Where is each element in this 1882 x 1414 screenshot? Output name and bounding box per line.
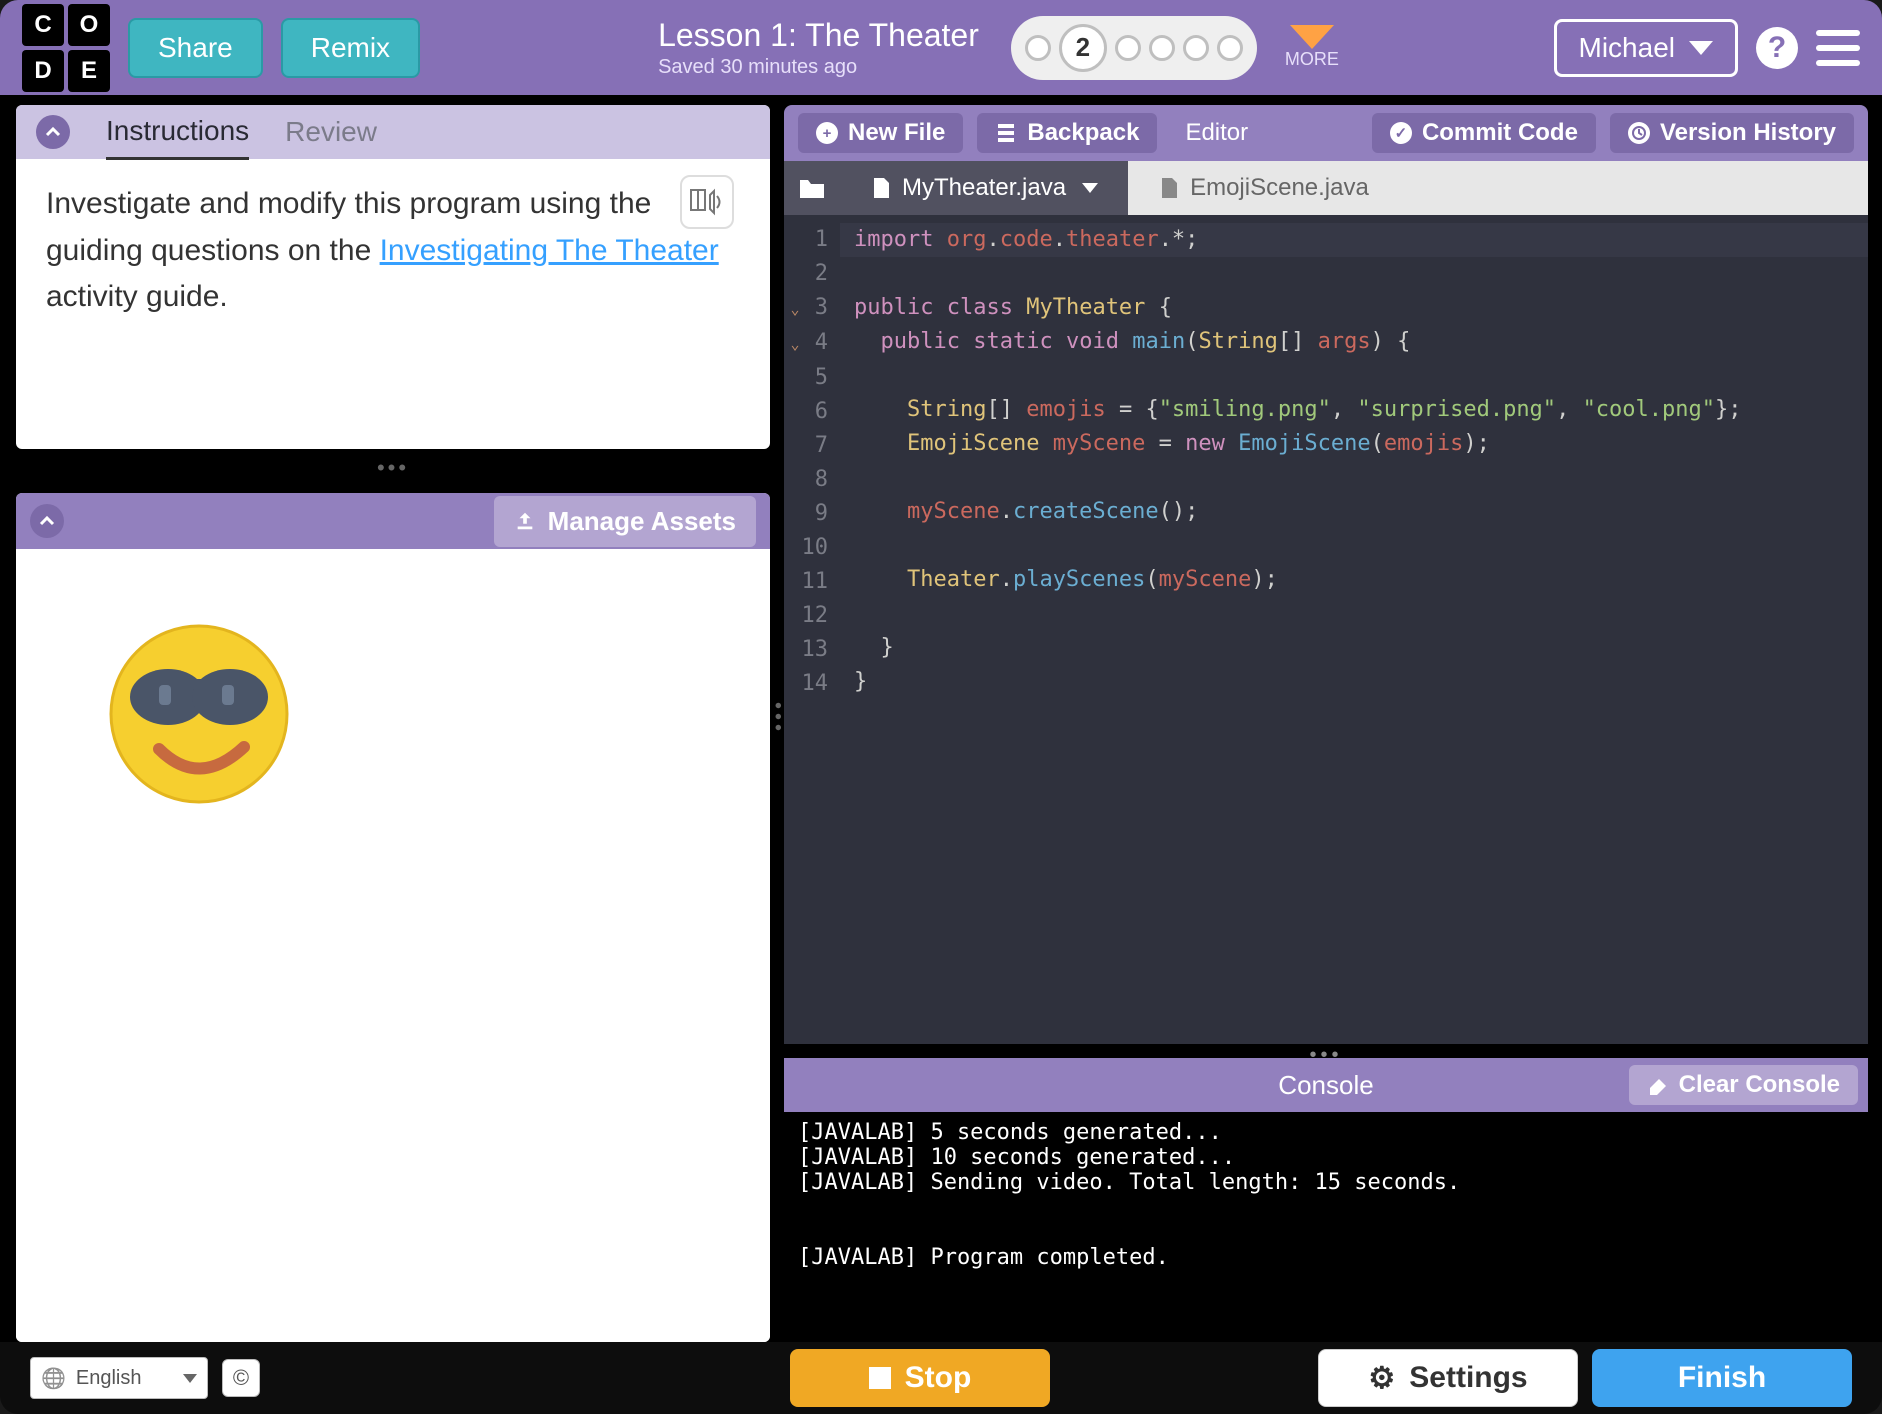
username: Michael [1579,32,1675,64]
settings-label: Settings [1409,1361,1527,1395]
new-file-button[interactable]: + New File [798,113,963,153]
globe-icon [41,1366,66,1391]
logo-cell: D [22,50,64,92]
chevron-down-icon [1689,41,1713,55]
user-menu-button[interactable]: Michael [1554,19,1738,77]
new-file-label: New File [848,119,945,147]
chevron-down-icon [1290,25,1334,49]
theater-stage [16,549,770,1342]
lesson-title-block: Lesson 1: The Theater Saved 30 minutes a… [658,17,979,79]
tab-instructions[interactable]: Instructions [106,115,249,160]
history-label: Version History [1660,119,1836,147]
text-to-speech-icon[interactable] [680,175,734,229]
progress-dot-4[interactable] [1149,35,1175,61]
commit-label: Commit Code [1422,119,1578,147]
gear-icon [1368,1361,1395,1396]
clear-console-button[interactable]: Clear Console [1629,1065,1858,1105]
progress-dot-2-active[interactable]: 2 [1059,24,1107,72]
logo-cell: E [68,50,110,92]
instructions-body: Investigate and modify this program usin… [16,159,770,449]
code-editor[interactable]: 12⌄ 3⌄ 4567891011121314 import org.code.… [784,215,1868,1044]
saved-status: Saved 30 minutes ago [658,56,979,79]
stop-icon [869,1367,891,1389]
code-org-logo[interactable]: C O D E [22,4,110,92]
collapse-icon[interactable] [36,115,70,149]
manage-assets-button[interactable]: Manage Assets [494,496,756,547]
file-tab-label: MyTheater.java [902,174,1066,202]
editor-label[interactable]: Editor [1171,113,1262,153]
console-output[interactable]: [JAVALAB] 5 seconds generated... [JAVALA… [784,1112,1868,1342]
progress-dot-6[interactable] [1217,35,1243,61]
editor-toolbar: + New File Backpack Editor ✓ Commit Code [784,105,1868,161]
stop-button[interactable]: Stop [790,1349,1050,1407]
backpack-button[interactable]: Backpack [977,113,1157,153]
file-tabs: MyTheater.java EmojiScene.java [784,161,1868,215]
manage-assets-label: Manage Assets [548,506,736,537]
vertical-resize-handle[interactable]: ••• [770,95,784,1342]
check-icon: ✓ [1390,122,1412,144]
code-lines[interactable]: import org.code.theater.*; public class … [840,215,1868,1044]
app-header: C O D E Share Remix Lesson 1: The Theate… [0,0,1882,95]
plus-icon: + [816,122,838,144]
console-title: Console [1278,1070,1373,1101]
bottom-bar: English © Stop Settings Finish [0,1342,1882,1414]
tab-review[interactable]: Review [285,116,377,158]
stop-label: Stop [905,1361,972,1395]
language-select[interactable]: English [30,1357,208,1399]
clear-console-label: Clear Console [1679,1071,1840,1099]
finish-button[interactable]: Finish [1592,1349,1852,1407]
backpack-label: Backpack [1027,119,1139,147]
version-history-button[interactable]: Version History [1610,113,1854,153]
file-tab-mytheater[interactable]: MyTheater.java [840,161,1128,215]
progress-dot-5[interactable] [1183,35,1209,61]
remix-button[interactable]: Remix [281,18,420,78]
activity-guide-link[interactable]: Investigating The Theater [380,234,719,267]
copyright-button[interactable]: © [222,1359,260,1397]
logo-cell: C [22,4,64,46]
file-icon [870,177,892,199]
more-dropdown[interactable]: MORE [1285,25,1339,70]
help-icon[interactable]: ? [1756,27,1798,69]
instructions-pane: Instructions Review Investigate and modi… [16,105,770,449]
progress-bubbles: 2 [1011,16,1257,80]
console-header: Console Clear Console [784,1058,1868,1112]
instructions-tabbar: Instructions Review [16,105,770,159]
progress-dot-1[interactable] [1025,35,1051,61]
settings-button[interactable]: Settings [1318,1349,1578,1407]
horizontal-resize-handle[interactable]: ••• [16,463,770,479]
backpack-icon [995,122,1017,144]
commit-code-button[interactable]: ✓ Commit Code [1372,113,1596,153]
file-browser-icon[interactable] [784,161,840,215]
file-tab-label: EmojiScene.java [1190,174,1369,202]
file-icon [1158,177,1180,199]
collapse-icon[interactable] [30,504,64,538]
chevron-down-icon [1082,183,1098,193]
chevron-down-icon [183,1374,197,1383]
lesson-title: Lesson 1: The Theater [658,17,979,54]
line-gutter: 12⌄ 3⌄ 4567891011121314 [784,215,840,1044]
file-tab-emojiscene[interactable]: EmojiScene.java [1128,161,1399,215]
clock-icon [1628,122,1650,144]
share-button[interactable]: Share [128,18,263,78]
theater-header: Manage Assets [16,493,770,549]
cool-emoji-image [104,619,294,809]
upload-icon [514,510,536,532]
hamburger-menu-icon[interactable] [1816,30,1860,66]
language-label: English [76,1367,142,1390]
logo-cell: O [68,4,110,46]
instructions-text-tail: activity guide. [46,280,228,313]
eraser-icon [1647,1074,1669,1096]
progress-dot-3[interactable] [1115,35,1141,61]
more-label: MORE [1285,49,1339,70]
theater-pane: Manage Assets [16,493,770,1342]
horizontal-resize-handle[interactable]: ••• [784,1044,1868,1058]
